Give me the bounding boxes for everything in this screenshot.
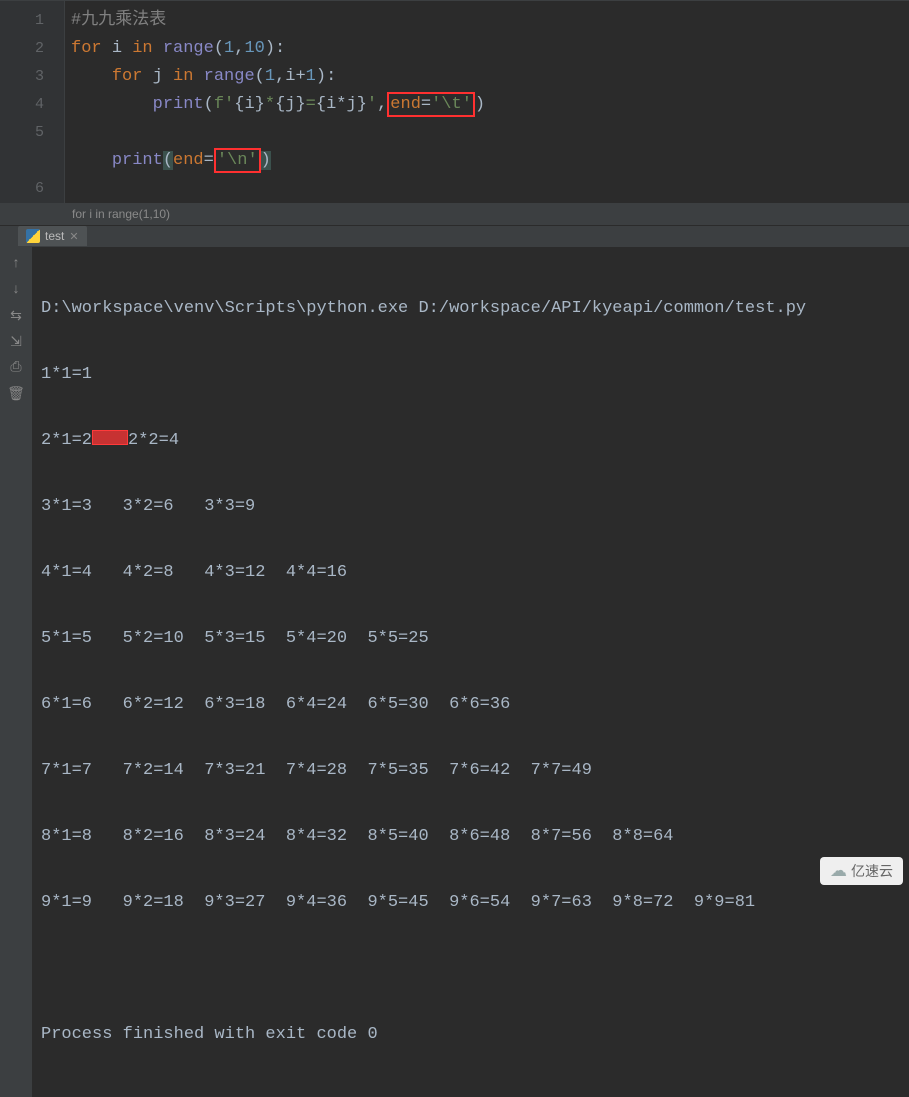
watermark-text: 亿速云 <box>851 861 893 881</box>
code-line[interactable]: for i in range(1,10): <box>71 35 909 63</box>
console-line: 7*1=7 7*2=14 7*3=21 7*4=28 7*5=35 7*6=42… <box>41 757 901 785</box>
console-line <box>41 955 901 983</box>
scroll-icon[interactable]: ⇲ <box>7 333 25 351</box>
console-line: 1*1=1 <box>41 361 901 389</box>
cloud-icon: ☁ <box>830 861 847 881</box>
code-line[interactable]: #九九乘法表 <box>71 7 909 35</box>
line-number: 5 <box>0 119 64 147</box>
line-number: 4 <box>0 91 64 119</box>
highlight-end-tab: end='\t' <box>387 92 475 117</box>
line-number <box>0 147 64 175</box>
run-toolbar: ↑ ↓ ⇆ ⇲ ⎙ 🗑 <box>0 247 33 1097</box>
console-line: 9*1=9 9*2=18 9*3=27 9*4=36 9*5=45 9*6=54… <box>41 889 901 917</box>
python-icon <box>26 229 40 243</box>
code-line[interactable]: print(f'{i}*{j}={i*j}',end='\t') <box>71 91 909 119</box>
close-icon[interactable]: ✕ <box>69 230 78 243</box>
console-exit: Process finished with exit code 0 <box>41 1021 901 1049</box>
run-panel: ↑ ↓ ⇆ ⇲ ⎙ 🗑 D:\workspace\venv\Scripts\py… <box>0 246 909 1097</box>
line-number: 2 <box>0 35 64 63</box>
console-line: 4*1=4 4*2=8 4*3=12 4*4=16 <box>41 559 901 587</box>
console-line: 3*1=3 3*2=6 3*3=9 <box>41 493 901 521</box>
run-tab-test[interactable]: test ✕ <box>18 226 87 246</box>
run-tab-label: test <box>45 229 64 243</box>
watermark: ☁ 亿速云 <box>820 857 903 885</box>
console-command: D:\workspace\venv\Scripts\python.exe D:/… <box>41 295 901 323</box>
console-line: 6*1=6 6*2=12 6*3=18 6*4=24 6*5=30 6*6=36 <box>41 691 901 719</box>
code-content[interactable]: #九九乘法表 for i in range(1,10): for j in ra… <box>65 1 909 203</box>
trash-icon[interactable]: 🗑 <box>7 385 25 403</box>
run-tabs-bar: test ✕ <box>0 225 909 246</box>
tab-highlight <box>92 430 128 445</box>
line-number: 1 <box>0 7 64 35</box>
highlight-end-newline: '\n' <box>214 148 261 173</box>
up-icon[interactable]: ↑ <box>7 255 25 273</box>
code-line[interactable]: print(end='\n') <box>71 147 909 175</box>
console-line: 2*1=22*2=4 <box>41 427 901 455</box>
down-icon[interactable]: ↓ <box>7 281 25 299</box>
breadcrumb[interactable]: for i in range(1,10) <box>0 203 909 225</box>
print-icon[interactable]: ⎙ <box>7 359 25 377</box>
console-output[interactable]: D:\workspace\venv\Scripts\python.exe D:/… <box>33 247 909 1097</box>
console-line: 8*1=8 8*2=16 8*3=24 8*4=32 8*5=40 8*6=48… <box>41 823 901 851</box>
gutter: 1 2 3 4 5 6 <box>0 1 65 203</box>
wrap-icon[interactable]: ⇆ <box>7 307 25 325</box>
line-number: 3 <box>0 63 64 91</box>
line-number: 6 <box>0 175 64 203</box>
console-line: 5*1=5 5*2=10 5*3=15 5*4=20 5*5=25 <box>41 625 901 653</box>
code-editor[interactable]: 1 2 3 4 5 6 #九九乘法表 for i in range(1,10):… <box>0 0 909 203</box>
code-line[interactable]: for j in range(1,i+1): <box>71 63 909 91</box>
code-line[interactable] <box>71 119 909 147</box>
